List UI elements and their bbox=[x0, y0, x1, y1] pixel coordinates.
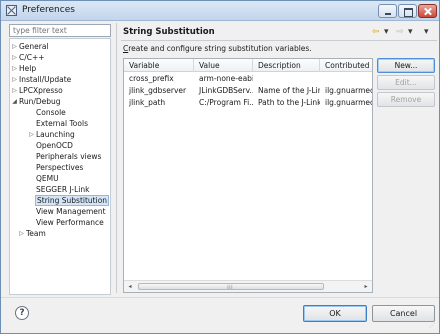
scrollbar-grip-icon: ⁞⁞⁞ bbox=[227, 284, 233, 291]
description-text: reate and configure string substitution … bbox=[128, 44, 312, 53]
ok-button[interactable]: OK bbox=[303, 305, 367, 322]
table-header: Variable Value Description Contributed B… bbox=[124, 59, 372, 72]
tree-item-label: Perspectives bbox=[36, 163, 84, 172]
tree-item-team[interactable]: ▷ Team bbox=[19, 228, 46, 239]
tree-item-cpp[interactable]: ▷ C/C++ bbox=[12, 52, 45, 63]
expand-arrow-icon[interactable]: ▷ bbox=[18, 228, 25, 239]
cell-contributed-by: ilg.gnuarmeclip bbox=[325, 98, 372, 107]
expand-arrow-icon[interactable]: ▷ bbox=[11, 74, 18, 85]
scroll-right-icon[interactable]: ▸ bbox=[360, 281, 372, 292]
tree-item-label: C/C++ bbox=[19, 53, 45, 62]
cell-variable: cross_prefix bbox=[129, 74, 174, 83]
table-row[interactable]: jlink_gdbserver JLinkGDBServ... Name of … bbox=[124, 85, 372, 97]
tree-item-run-debug[interactable]: ◢ Run/Debug bbox=[12, 96, 61, 107]
table-row[interactable]: jlink_path C:/Program Fi... Path to the … bbox=[124, 97, 372, 109]
page-title: String Substitution bbox=[123, 27, 215, 37]
tree-item-label: External Tools bbox=[36, 119, 88, 128]
column-header-contributed-by[interactable]: Contributed By bbox=[320, 59, 372, 72]
close-window-button[interactable] bbox=[418, 4, 437, 18]
tree-item-label: Launching bbox=[36, 130, 75, 139]
tree-item-label: Peripherals views bbox=[36, 152, 102, 161]
resize-grip-icon[interactable]: ⋰ bbox=[429, 323, 438, 333]
title-bar[interactable]: Preferences bbox=[1, 1, 439, 21]
window-title: Preferences bbox=[22, 5, 75, 15]
column-header-value[interactable]: Value bbox=[194, 59, 253, 72]
collapse-arrow-icon[interactable]: ◢ bbox=[11, 96, 18, 107]
back-arrow-icon[interactable]: ⇦ bbox=[372, 25, 380, 39]
tree-item-help[interactable]: ▷ Help bbox=[12, 63, 37, 74]
preferences-dialog: Preferences ▷ General ▷ C/C++ ▷ Help ▷ I… bbox=[0, 0, 440, 334]
cell-description bbox=[253, 73, 320, 85]
column-header-description[interactable]: Description bbox=[253, 59, 320, 72]
variables-table[interactable]: Variable Value Description Contributed B… bbox=[123, 58, 373, 293]
preferences-app-icon bbox=[6, 5, 17, 16]
tree-item-label: Install/Update bbox=[19, 75, 72, 84]
tree-item-label: OpenOCD bbox=[36, 141, 73, 150]
table-row[interactable]: cross_prefix arm-none-eabi- bbox=[124, 73, 372, 85]
pane-splitter[interactable] bbox=[116, 23, 117, 293]
tree-item-label: QEMU bbox=[36, 174, 59, 183]
forward-menu-icon[interactable]: ▾ bbox=[408, 25, 413, 39]
tree-item-label: General bbox=[19, 42, 49, 51]
cell-value: arm-none-eabi- bbox=[199, 74, 253, 83]
header-separator bbox=[121, 40, 437, 41]
cell-value: C:/Program Fi... bbox=[199, 98, 253, 107]
back-menu-icon[interactable]: ▾ bbox=[384, 25, 389, 39]
horizontal-scrollbar[interactable]: ◂ ⁞⁞⁞ ▸ bbox=[124, 280, 372, 292]
tree-item-external-tools[interactable]: External Tools bbox=[36, 118, 88, 129]
new-button[interactable]: New... bbox=[377, 58, 435, 73]
cell-contributed-by: ilg.gnuarmeclip bbox=[325, 86, 372, 95]
footer-separator bbox=[1, 297, 439, 298]
tree-item-install-update[interactable]: ▷ Install/Update bbox=[12, 74, 72, 85]
tree-item-lpcxpresso[interactable]: ▷ LPCXpresso bbox=[12, 85, 63, 96]
remove-button[interactable]: Remove bbox=[377, 92, 435, 107]
scroll-left-icon[interactable]: ◂ bbox=[124, 281, 136, 292]
edit-button[interactable]: Edit... bbox=[377, 75, 435, 90]
expand-arrow-icon[interactable]: ▷ bbox=[11, 41, 18, 52]
expand-arrow-icon[interactable]: ▷ bbox=[11, 63, 18, 74]
tree-item-qemu[interactable]: QEMU bbox=[36, 173, 59, 184]
help-icon[interactable]: ? bbox=[15, 306, 29, 320]
maximize-button[interactable] bbox=[398, 4, 417, 18]
tree-item-label: SEGGER J-Link bbox=[36, 185, 90, 194]
tree-item-peripherals-views[interactable]: Peripherals views bbox=[36, 151, 101, 162]
tree-item-label: Help bbox=[19, 64, 37, 73]
expand-arrow-icon[interactable]: ▷ bbox=[11, 52, 18, 63]
expand-arrow-icon[interactable]: ▷ bbox=[28, 129, 35, 140]
cell-contributed-by bbox=[320, 73, 372, 85]
cell-description: Path to the J-Link ... bbox=[258, 98, 320, 107]
tree-item-label: View Management bbox=[36, 207, 106, 216]
preferences-tree[interactable]: ▷ General ▷ C/C++ ▷ Help ▷ Install/Updat… bbox=[9, 38, 111, 295]
forward-arrow-icon[interactable]: ⇨ bbox=[396, 25, 404, 39]
tree-item-general[interactable]: ▷ General bbox=[12, 41, 49, 52]
cell-variable: jlink_gdbserver bbox=[129, 86, 187, 95]
tree-item-label: Console bbox=[36, 108, 66, 117]
tree-item-label: Team bbox=[26, 229, 46, 238]
tree-item-view-management[interactable]: View Management bbox=[36, 206, 106, 217]
tree-item-label: String Substitution bbox=[35, 195, 110, 206]
expand-arrow-icon[interactable]: ▷ bbox=[11, 85, 18, 96]
filter-input[interactable] bbox=[9, 24, 111, 37]
tree-item-label: View Performance bbox=[36, 218, 104, 227]
tree-item-launching[interactable]: ▷ Launching bbox=[29, 129, 75, 140]
tree-item-console[interactable]: Console bbox=[36, 107, 66, 118]
scrollbar-thumb[interactable]: ⁞⁞⁞ bbox=[138, 283, 324, 291]
tree-item-segger-jlink[interactable]: SEGGER J-Link bbox=[36, 184, 89, 195]
tree-item-openocd[interactable]: OpenOCD bbox=[36, 140, 73, 151]
tree-item-string-substitution[interactable]: String Substitution bbox=[35, 195, 110, 206]
tree-item-view-performance[interactable]: View Performance bbox=[36, 217, 104, 228]
cell-description: Name of the J-Lin... bbox=[258, 86, 320, 95]
cell-variable: jlink_path bbox=[129, 98, 166, 107]
tree-item-perspectives[interactable]: Perspectives bbox=[36, 162, 83, 173]
page-navigation: ⇦ ▾ ⇨ ▾ ▾ bbox=[372, 25, 436, 39]
tree-item-label: Run/Debug bbox=[19, 97, 61, 106]
cell-value: JLinkGDBServ... bbox=[199, 86, 253, 95]
tree-item-label: LPCXpresso bbox=[19, 86, 63, 95]
column-header-variable[interactable]: Variable bbox=[124, 59, 194, 72]
cancel-button[interactable]: Cancel bbox=[372, 305, 435, 322]
page-description: Create and configure string substitution… bbox=[123, 44, 312, 53]
minimize-button[interactable] bbox=[378, 4, 397, 18]
view-menu-icon[interactable]: ▾ bbox=[424, 25, 429, 39]
